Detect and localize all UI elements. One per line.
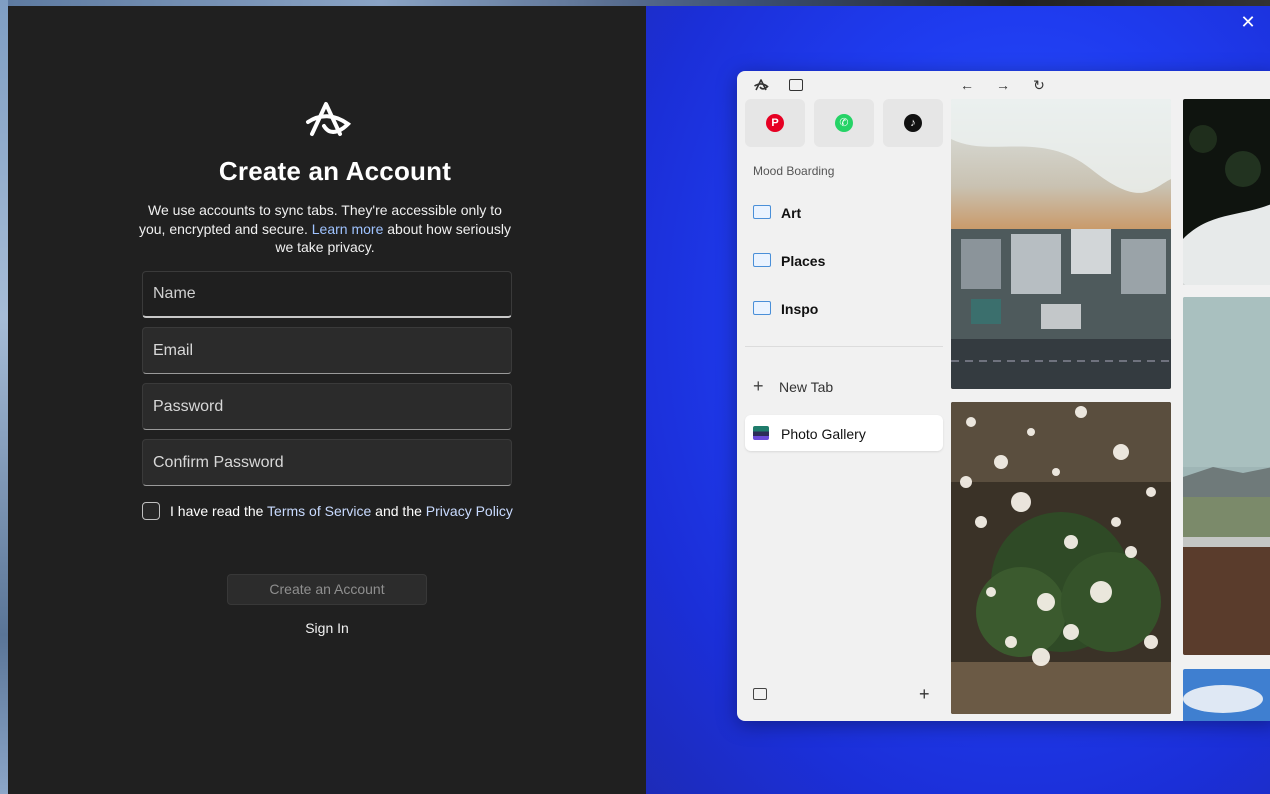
plus-icon: +	[753, 376, 764, 396]
photo-hanging-lights	[951, 402, 1171, 714]
confirm-password-input[interactable]	[143, 440, 511, 485]
create-account-button[interactable]: Create an Account	[227, 574, 427, 605]
folder-label: Inspo	[781, 301, 819, 317]
photo-beach-aerial	[951, 99, 1171, 389]
photo-snow-forest	[1183, 99, 1270, 285]
sign-in-link[interactable]: Sign In	[227, 620, 427, 636]
pinterest-icon: P	[766, 114, 784, 132]
folder-icon	[753, 205, 771, 219]
reload-icon: ↻	[1033, 77, 1045, 93]
preview-toolbar: ← → ↻	[737, 71, 1270, 99]
pinned-tab-whatsapp: ✆	[814, 99, 874, 147]
email-input[interactable]	[143, 328, 511, 373]
photo-sky	[1183, 669, 1270, 721]
terms-row: I have read the Terms of Service and the…	[142, 500, 542, 522]
privacy-note: We use accounts to sync tabs. They're ac…	[138, 201, 512, 257]
back-arrow-icon: ←	[960, 77, 974, 93]
name-input[interactable]	[143, 272, 511, 316]
privacy-policy-link[interactable]: Privacy Policy	[426, 503, 513, 519]
new-tab-row: + New Tab	[753, 376, 833, 397]
password-field[interactable]	[142, 383, 512, 430]
whatsapp-icon: ✆	[835, 114, 853, 132]
forward-arrow-icon: →	[996, 77, 1010, 93]
arc-logo-icon	[306, 102, 352, 136]
terms-of-service-link[interactable]: Terms of Service	[267, 503, 371, 519]
folder-label: Art	[781, 205, 802, 221]
confirm-password-field[interactable]	[142, 439, 512, 486]
terms-text: I have read the Terms of Service and the…	[170, 503, 513, 519]
name-field[interactable]	[142, 271, 512, 318]
folder-icon	[753, 301, 771, 315]
gallery-favicon-icon	[753, 426, 769, 440]
terms-checkbox[interactable]	[142, 502, 160, 520]
panel-divider	[640, 6, 652, 794]
terms-text-mid: and the	[371, 503, 426, 519]
folder-places: Places	[753, 250, 943, 274]
active-tab-label: Photo Gallery	[781, 426, 866, 442]
email-field[interactable]	[142, 327, 512, 374]
terms-text-pre: I have read the	[170, 503, 268, 519]
arc-logo-small-icon	[754, 79, 769, 91]
browser-preview: ← → ↻ P ✆ ♪ Mood Boarding Art Places Ins…	[737, 71, 1270, 721]
sidebar-toggle-icon	[789, 79, 803, 91]
active-tab-photo-gallery: Photo Gallery	[745, 415, 943, 451]
page-title: Create an Account	[218, 156, 452, 186]
desktop-wallpaper-edge	[0, 0, 8, 794]
pinned-tab-pinterest: P	[745, 99, 805, 147]
tiktok-icon: ♪	[904, 114, 922, 132]
folder-icon	[753, 253, 771, 267]
new-tab-label: New Tab	[779, 379, 834, 395]
close-icon[interactable]: ✕	[1238, 12, 1258, 32]
photo-desert-deck	[1183, 297, 1270, 655]
add-icon: +	[919, 684, 930, 704]
folder-inspo: Inspo	[753, 298, 943, 322]
archive-icon	[753, 688, 767, 700]
signup-panel: Create an Account We use accounts to syn…	[8, 6, 646, 794]
folder-art: Art	[753, 202, 943, 226]
folder-label: Places	[781, 253, 826, 269]
space-label: Mood Boarding	[753, 164, 835, 178]
sidebar-divider	[745, 346, 943, 347]
password-input[interactable]	[143, 384, 511, 429]
pinned-tab-tiktok: ♪	[883, 99, 943, 147]
learn-more-link[interactable]: Learn more	[312, 221, 384, 237]
